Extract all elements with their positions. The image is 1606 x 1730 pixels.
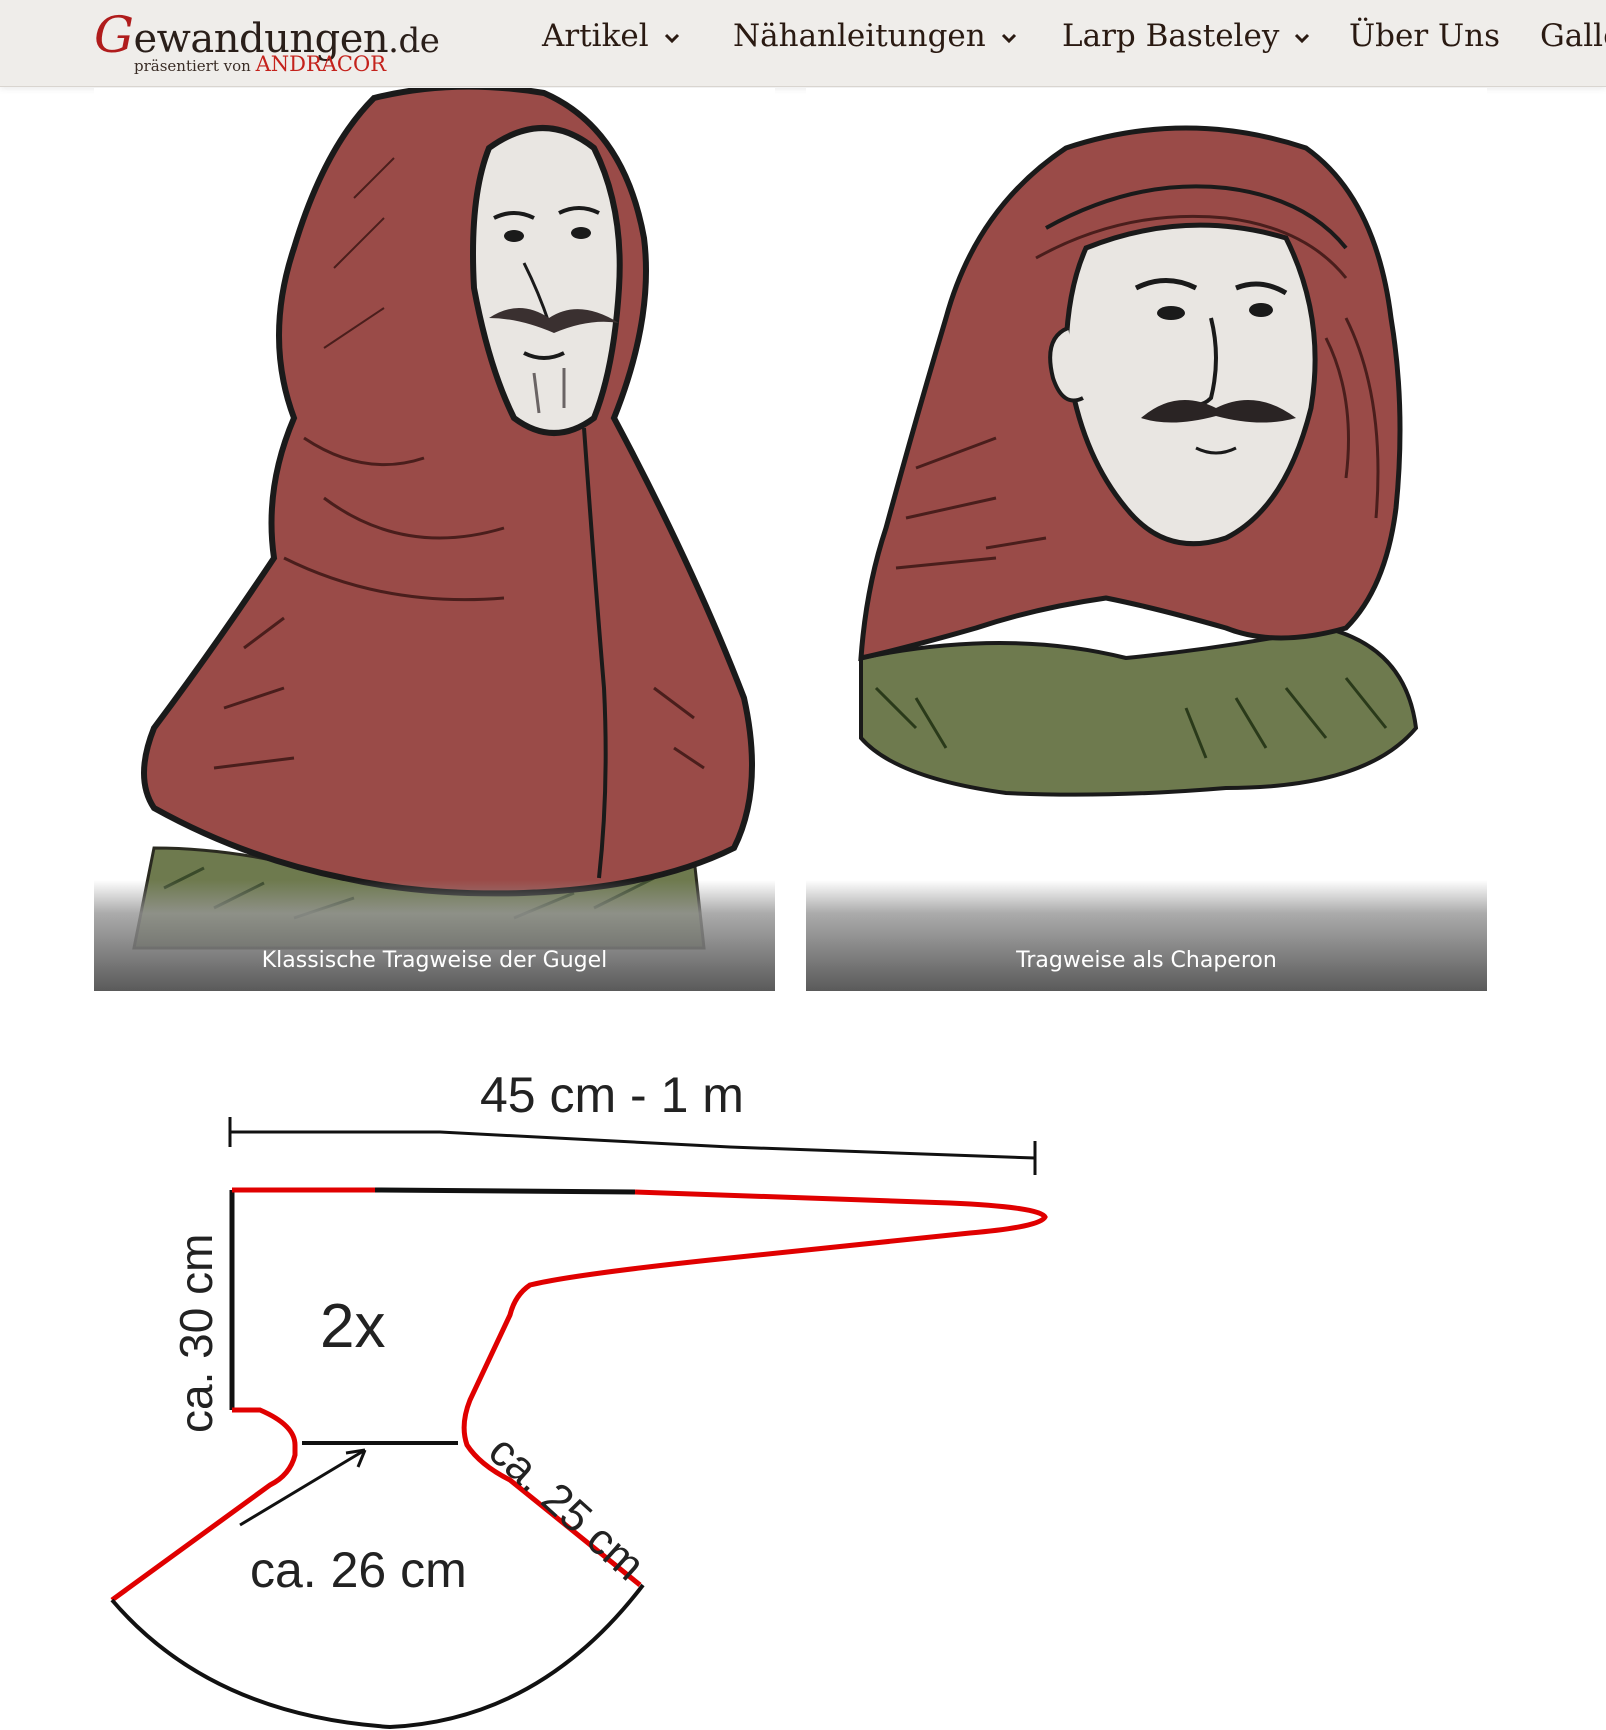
nav-item-ueber-uns[interactable]: Über Uns [1349, 18, 1500, 54]
nav-item-naehanleitungen[interactable]: Nähanleitungen [733, 18, 1018, 54]
chevron-down-icon [1295, 33, 1310, 43]
chevron-down-icon [1001, 33, 1016, 43]
pattern-cut-line [232, 1187, 1048, 1587]
gallery-caption: Tragweise als Chaperon [806, 880, 1487, 991]
site-logo[interactable]: Gewandungen.de präsentiert von ANDRACOR [92, 6, 442, 78]
side-label: ca. 25 cm [479, 1426, 654, 1590]
pattern-top-edge [374, 1187, 636, 1195]
nav-label: Larp Basteley [1062, 18, 1280, 54]
neck-arrow [239, 1448, 366, 1527]
caption-text: Tragweise als Chaperon [1016, 948, 1277, 973]
logo-brand: ANDRACOR [255, 52, 387, 76]
gallery-item-gugel[interactable]: Klassische Tragweise der Gugel [94, 88, 775, 991]
width-dimension-line [230, 1130, 1036, 1160]
nav-label: Galle [1540, 18, 1606, 54]
nav-label: Nähanleitungen [733, 18, 986, 54]
height-label: ca. 30 cm [170, 1234, 222, 1433]
width-label: 45 cm - 1 m [480, 1067, 744, 1123]
logo-subtitle: präsentiert von ANDRACOR [134, 52, 386, 76]
nav-item-artikel[interactable]: Artikel [542, 18, 681, 54]
site-header: Gewandungen.de präsentiert von ANDRACOR … [0, 0, 1606, 87]
chevron-down-icon [664, 33, 679, 43]
neck-label: ca. 26 cm [250, 1542, 467, 1598]
nav-label: Artikel [542, 18, 649, 54]
pattern-hem-curve [110, 1583, 645, 1730]
gugel-pattern-diagram: 45 cm - 1 m ca. 30 cm 2x ca. 26 cm ca. 2… [110, 1067, 1048, 1730]
count-label: 2x [320, 1292, 385, 1361]
caption-text: Klassische Tragweise der Gugel [261, 948, 608, 973]
hood-illustration-chaperon [858, 125, 1419, 797]
hood-illustration-classic [132, 88, 755, 950]
nav-label: Über Uns [1349, 18, 1500, 54]
gallery-item-chaperon[interactable]: Tragweise als Chaperon [806, 88, 1487, 991]
dimension-tick [228, 1117, 1037, 1175]
logo-tld: .de [388, 21, 440, 61]
logo-subtitle-text: präsentiert von [134, 57, 251, 75]
nav-item-galerie[interactable]: Galle [1540, 18, 1606, 54]
nav-item-larp-basteley[interactable]: Larp Basteley [1062, 18, 1311, 54]
gallery-caption: Klassische Tragweise der Gugel [94, 880, 775, 991]
